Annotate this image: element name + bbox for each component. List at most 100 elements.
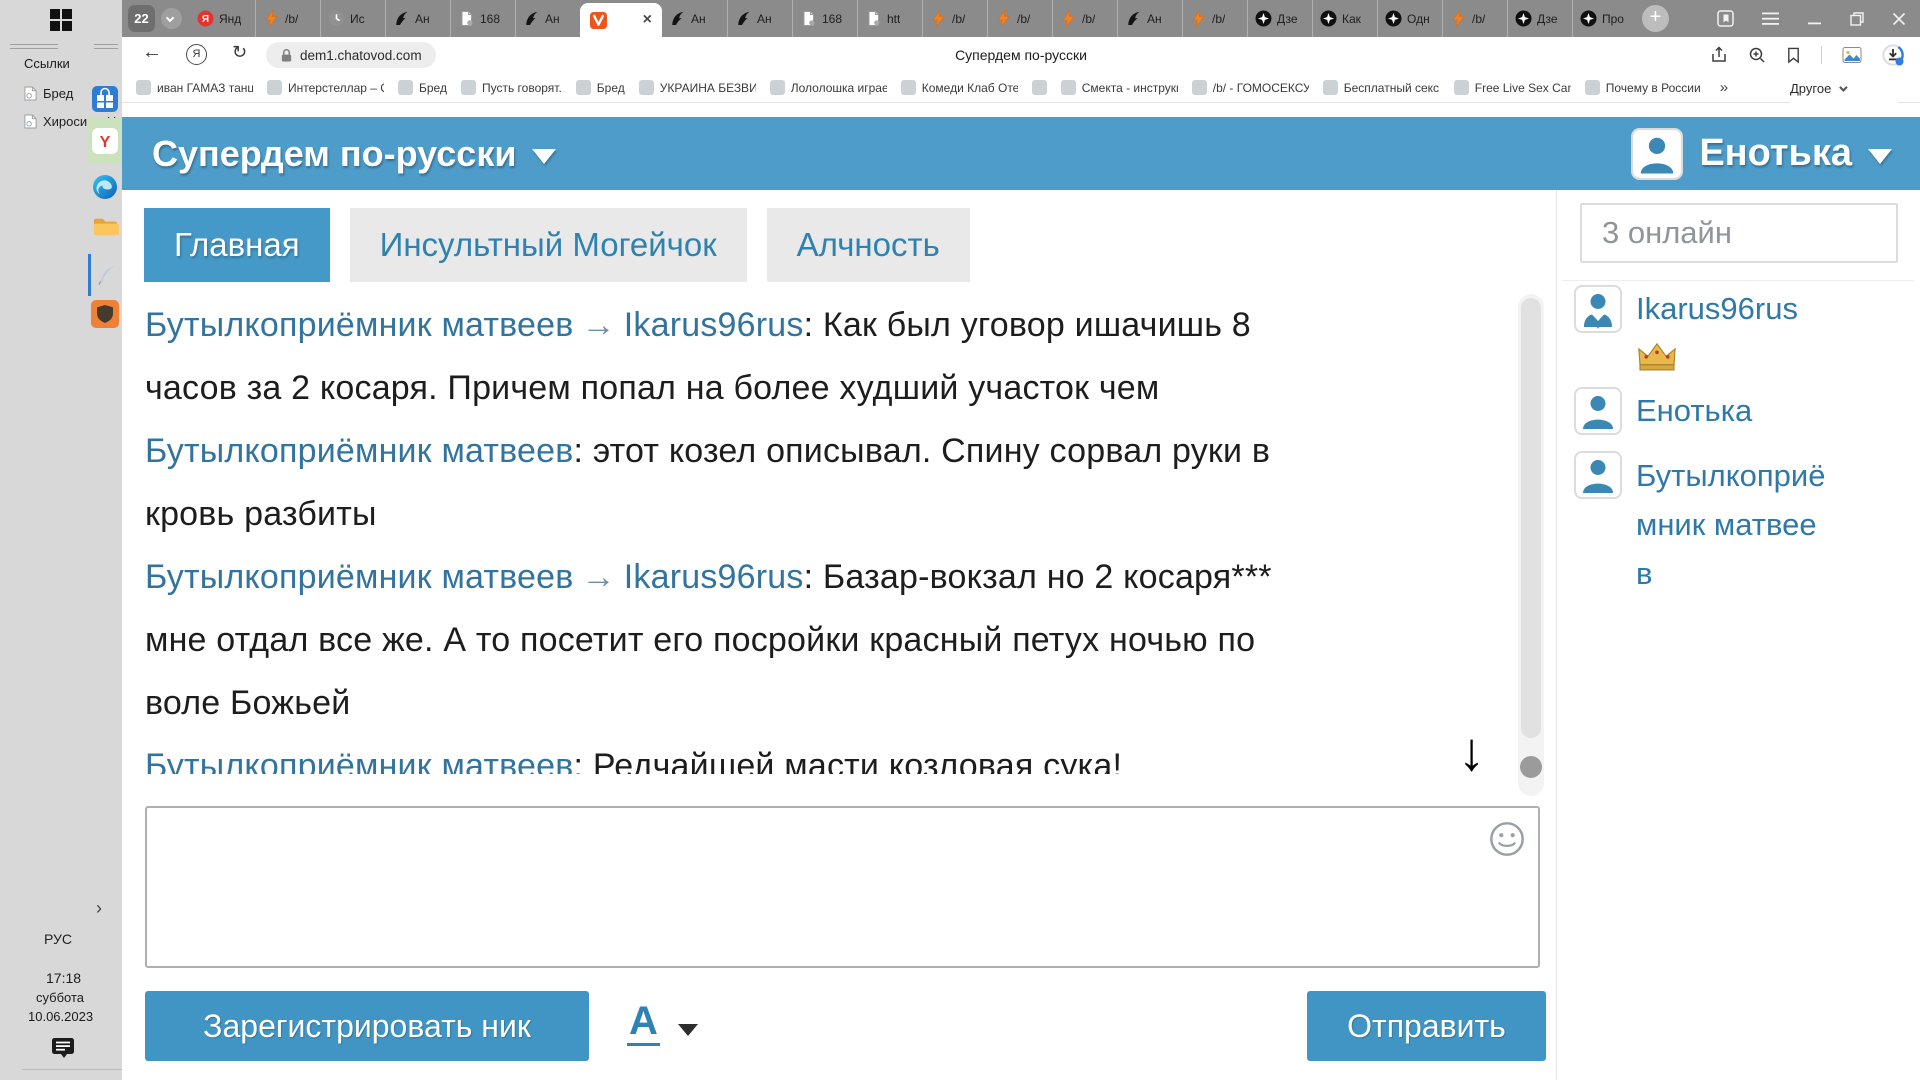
- scroll-to-bottom-arrow-icon[interactable]: ↓: [1458, 721, 1485, 783]
- browser-tab[interactable]: Ан: [727, 0, 792, 37]
- current-user-menu[interactable]: Енотька: [1631, 117, 1892, 190]
- browser-tab[interactable]: Как: [1312, 0, 1377, 37]
- bookmark-item[interactable]: Пусть говорят.: [461, 80, 562, 95]
- downloads-icon[interactable]: [1882, 44, 1904, 66]
- bookmark-item[interactable]: Бред: [398, 80, 447, 95]
- menu-button[interactable]: [1762, 12, 1780, 26]
- tab-counter-button[interactable]: 22: [128, 5, 155, 32]
- browser-tab[interactable]: /b/: [987, 0, 1052, 37]
- bookmark-page-icon[interactable]: [1786, 47, 1801, 64]
- clock-time[interactable]: 17:18: [46, 970, 81, 986]
- bookmark-item[interactable]: иван ГАМАЗ танцует: [136, 80, 253, 95]
- language-indicator[interactable]: РУС: [44, 931, 72, 947]
- browser-tab[interactable]: 168: [450, 0, 515, 37]
- toolbar-grip[interactable]: [10, 44, 58, 49]
- message-input[interactable]: [147, 808, 1538, 966]
- browser-tab[interactable]: Про: [1572, 0, 1635, 37]
- bookmark-item[interactable]: УКРАИНА БЕЗВИЗ : п: [639, 80, 756, 95]
- browser-tab-active[interactable]: ×: [580, 3, 662, 37]
- sidebar-panel-button[interactable]: [1717, 10, 1734, 27]
- browser-tab[interactable]: Ан: [1117, 0, 1182, 37]
- emoji-smiley-icon[interactable]: [1488, 820, 1526, 858]
- notification-center-icon[interactable]: [52, 1038, 74, 1058]
- zoom-in-icon[interactable]: [1748, 46, 1766, 64]
- taskbar-expand-chevron[interactable]: ›: [96, 898, 102, 919]
- browser-tab[interactable]: Ан: [385, 0, 450, 37]
- bookmarks-overflow-chevron[interactable]: »: [1716, 79, 1728, 96]
- browser-tab[interactable]: Ан: [515, 0, 580, 37]
- bookmark-item[interactable]: Комеди Клаб Отец и: [901, 80, 1018, 95]
- toolbar-grip[interactable]: [94, 44, 118, 49]
- message-author-link[interactable]: Бутылкоприёмник матвеев: [145, 432, 574, 470]
- share-icon[interactable]: [1710, 46, 1728, 64]
- browser-home-icon[interactable]: Я: [186, 44, 207, 65]
- bookmark-item[interactable]: Смекта - инструкция: [1061, 80, 1178, 95]
- tab-list-chevron-icon[interactable]: [161, 8, 182, 29]
- bookmark-item[interactable]: [1032, 80, 1047, 95]
- defender-icon[interactable]: [88, 300, 122, 328]
- online-user-row[interactable]: Ikarus96rus: [1574, 285, 1914, 333]
- browser-tab[interactable]: htt: [857, 0, 922, 37]
- collections-icon[interactable]: [1842, 46, 1862, 64]
- tab-close-icon[interactable]: ×: [643, 12, 652, 28]
- browser-tab[interactable]: Ан: [662, 0, 727, 37]
- room-dropdown-icon[interactable]: [532, 149, 556, 164]
- url-field[interactable]: dem1.chatovod.com: [266, 42, 436, 68]
- message-author-link[interactable]: Бутылкоприёмник матвеев: [145, 747, 574, 774]
- browser-tab[interactable]: Одн: [1377, 0, 1442, 37]
- edge-icon[interactable]: [88, 174, 122, 200]
- register-nick-button[interactable]: Зарегистрировать ник: [145, 991, 589, 1061]
- bookmark-item[interactable]: Бред: [576, 80, 625, 95]
- browser-tab[interactable]: /b/: [1052, 0, 1117, 37]
- back-button[interactable]: ←: [142, 41, 162, 64]
- online-user-name[interactable]: Ikarus96rus: [1636, 285, 1798, 333]
- message-author-link[interactable]: Бутылкоприёмник матвеев: [145, 306, 574, 344]
- chat-scrollbar[interactable]: [1518, 294, 1544, 796]
- bookmark-item[interactable]: Free Live Sex Cams -: [1454, 80, 1571, 95]
- minimize-button[interactable]: [1808, 12, 1822, 26]
- font-dropdown-icon[interactable]: [678, 1024, 698, 1036]
- browser-tab[interactable]: /b/: [255, 0, 320, 37]
- online-user-row[interactable]: Бутылкоприёмник матвеев: [1574, 451, 1914, 598]
- file-explorer-icon[interactable]: [88, 214, 122, 237]
- room-tab[interactable]: Алчность: [767, 208, 970, 282]
- bookmarks-other-folder[interactable]: Другое: [1790, 74, 1898, 103]
- room-tab[interactable]: Главная: [144, 208, 330, 282]
- taskbar-link-item[interactable]: Бред: [24, 86, 73, 101]
- browser-tab[interactable]: 168: [792, 0, 857, 37]
- reload-button[interactable]: ↻: [232, 42, 247, 63]
- browser-tab[interactable]: Ис: [320, 0, 385, 37]
- message-recipient-link[interactable]: Ikarus96rus: [624, 306, 804, 344]
- new-tab-button[interactable]: +: [1642, 5, 1669, 32]
- bookmark-item[interactable]: Почему в России ста: [1585, 80, 1702, 95]
- quill-app-icon[interactable]: [88, 254, 122, 296]
- clock-weekday[interactable]: суббота: [36, 990, 84, 1005]
- microsoft-store-icon[interactable]: [88, 86, 122, 112]
- browser-tab[interactable]: Дзе: [1247, 0, 1312, 37]
- yandex-browser-icon[interactable]: Y: [88, 118, 122, 164]
- browser-tab[interactable]: /b/: [922, 0, 987, 37]
- browser-tab[interactable]: /b/: [1182, 0, 1247, 37]
- clock-date[interactable]: 10.06.2023: [28, 1009, 93, 1024]
- online-user-name[interactable]: Бутылкоприёмник матвеев: [1636, 451, 1832, 598]
- browser-tab[interactable]: Дзе: [1507, 0, 1572, 37]
- online-user-name[interactable]: Енотька: [1636, 387, 1752, 435]
- browser-tab[interactable]: /b/: [1442, 0, 1507, 37]
- scrollbar-thumb[interactable]: [1521, 298, 1541, 738]
- maximize-button[interactable]: [1850, 12, 1864, 26]
- message-recipient-link[interactable]: Ikarus96rus: [624, 558, 804, 596]
- send-button[interactable]: Отправить: [1307, 991, 1546, 1061]
- font-style-control[interactable]: A: [627, 999, 698, 1046]
- online-user-row[interactable]: Енотька: [1574, 387, 1914, 435]
- browser-tab[interactable]: ЯЯнд: [190, 0, 255, 37]
- bookmark-item[interactable]: /b/ - ГОМОСЕКСУАЛ: [1192, 80, 1309, 95]
- room-title[interactable]: Супердем по-русски: [152, 133, 516, 175]
- bookmark-item[interactable]: Бесплатный секс вид: [1323, 80, 1440, 95]
- windows-logo-icon[interactable]: [50, 9, 72, 31]
- close-button[interactable]: [1892, 12, 1906, 26]
- bookmark-item[interactable]: Интерстеллар – Сине: [267, 80, 384, 95]
- message-author-link[interactable]: Бутылкоприёмник матвеев: [145, 558, 574, 596]
- bookmark-item[interactable]: Лололошка играет в: [770, 80, 887, 95]
- scrollbar-knob[interactable]: [1520, 756, 1542, 778]
- room-tab[interactable]: Инсультный Могейчок: [350, 208, 747, 282]
